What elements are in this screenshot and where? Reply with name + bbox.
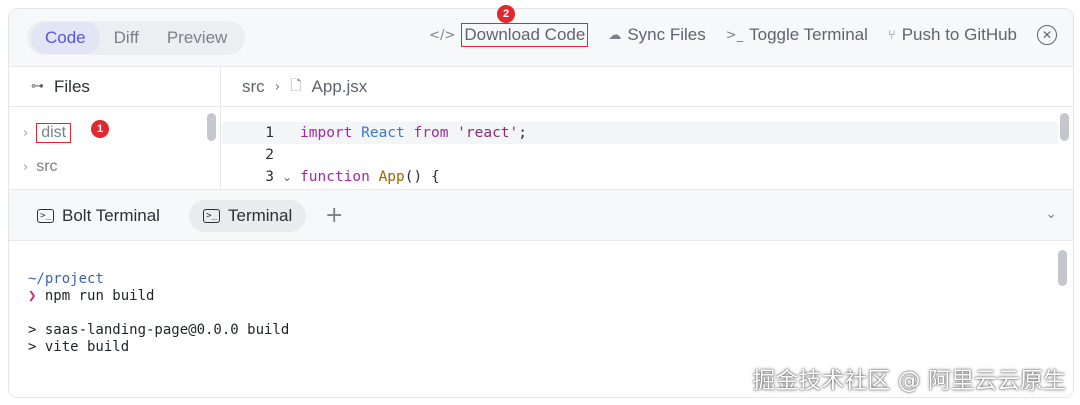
code-brackets-icon: </> bbox=[429, 27, 456, 43]
line-number: 1 bbox=[265, 125, 274, 141]
code-editor-pane: src › 🗋 App.jsx 1 import React from 'rea… bbox=[222, 67, 1073, 188]
tab-code[interactable]: Code bbox=[31, 22, 100, 54]
tab-terminal[interactable]: >_ Terminal bbox=[189, 200, 307, 232]
tab-diff[interactable]: Diff bbox=[100, 22, 153, 54]
code-text: import React from 'react'; bbox=[300, 125, 527, 141]
files-header: ⊶ Files bbox=[9, 67, 220, 107]
tab-preview[interactable]: Preview bbox=[153, 22, 241, 54]
file-tree-icon: ⊶ bbox=[31, 79, 44, 94]
annotation-badge-1: 1 bbox=[91, 120, 109, 138]
chevron-right-icon: › bbox=[23, 125, 29, 141]
terminal-icon: >_ bbox=[203, 209, 220, 223]
files-title: Files bbox=[54, 76, 90, 96]
annotation-badge-2: 2 bbox=[497, 5, 515, 23]
breadcrumb: src › 🗋 App.jsx bbox=[222, 67, 1073, 107]
code-text: function App() { bbox=[300, 169, 440, 185]
line-number: 3 bbox=[265, 169, 274, 185]
code-line[interactable]: 3 ⌄ function App() { bbox=[222, 166, 1058, 188]
terminal-tab-bar: >_ Bolt Terminal >_ Terminal + ⌄ bbox=[9, 189, 1073, 241]
tree-item-label: src bbox=[36, 158, 58, 175]
toggle-terminal-label: Toggle Terminal bbox=[749, 25, 868, 44]
terminal-scrollbar[interactable] bbox=[1058, 250, 1067, 286]
terminal-prompt-icon: >_ bbox=[725, 27, 744, 43]
terminal-line: ❯ npm run build bbox=[28, 288, 155, 304]
line-number: 2 bbox=[265, 147, 274, 163]
git-branch-icon: ⑂ bbox=[887, 27, 896, 43]
add-terminal-icon[interactable]: + bbox=[325, 203, 343, 228]
breadcrumb-folder[interactable]: src bbox=[242, 77, 265, 97]
terminal-icon: >_ bbox=[37, 209, 54, 223]
close-icon[interactable]: ✕ bbox=[1037, 25, 1057, 45]
tab-label: Terminal bbox=[228, 206, 293, 225]
terminal-line: > vite build bbox=[28, 339, 130, 355]
app-window: Code Diff Preview </> Download Code ☁ Sy… bbox=[8, 8, 1074, 398]
tree-item-label: dist bbox=[36, 123, 72, 143]
editor-scrollbar[interactable] bbox=[1060, 113, 1069, 141]
tree-item-src[interactable]: › src bbox=[23, 158, 58, 176]
file-icon: 🗋 bbox=[290, 77, 302, 94]
chevron-right-icon: › bbox=[274, 78, 281, 95]
code-line[interactable]: 2 bbox=[222, 144, 1058, 166]
top-toolbar: Code Diff Preview </> Download Code ☁ Sy… bbox=[9, 9, 1073, 67]
tree-item-dist[interactable]: › dist bbox=[23, 123, 72, 143]
chevron-down-icon[interactable]: ⌄ bbox=[274, 170, 300, 184]
sync-files-label: Sync Files bbox=[627, 25, 706, 44]
toolbar-actions: </> Download Code ☁ Sync Files >_ Toggle… bbox=[429, 23, 1057, 47]
chevron-down-icon[interactable]: ⌄ bbox=[1045, 206, 1057, 222]
cloud-sync-icon: ☁ bbox=[608, 27, 622, 43]
terminal-line: > saas-landing-page@0.0.0 build bbox=[28, 322, 290, 338]
terminal-line: ~/project bbox=[28, 271, 104, 287]
tab-bolt-terminal[interactable]: >_ Bolt Terminal bbox=[23, 200, 174, 232]
chevron-right-icon: › bbox=[23, 159, 29, 175]
push-to-github-button[interactable]: ⑂ Push to GitHub bbox=[888, 25, 1017, 45]
code-line[interactable]: 1 import React from 'react'; bbox=[222, 122, 1058, 144]
sync-files-button[interactable]: ☁ Sync Files bbox=[608, 25, 705, 45]
file-tree-pane: ⊶ Files › dist › src bbox=[9, 67, 221, 188]
push-to-github-label: Push to GitHub bbox=[901, 25, 1017, 44]
toggle-terminal-button[interactable]: >_ Toggle Terminal bbox=[726, 25, 868, 45]
file-tree-scrollbar[interactable] bbox=[207, 113, 216, 141]
watermark: 掘金技术社区 @ 阿里云云原生 bbox=[752, 368, 1066, 394]
tab-label: Bolt Terminal bbox=[62, 206, 160, 225]
breadcrumb-file[interactable]: App.jsx bbox=[312, 77, 368, 97]
download-code-button[interactable]: </> Download Code bbox=[429, 23, 589, 47]
view-switcher: Code Diff Preview bbox=[27, 21, 246, 55]
download-code-label: Download Code bbox=[461, 23, 589, 47]
